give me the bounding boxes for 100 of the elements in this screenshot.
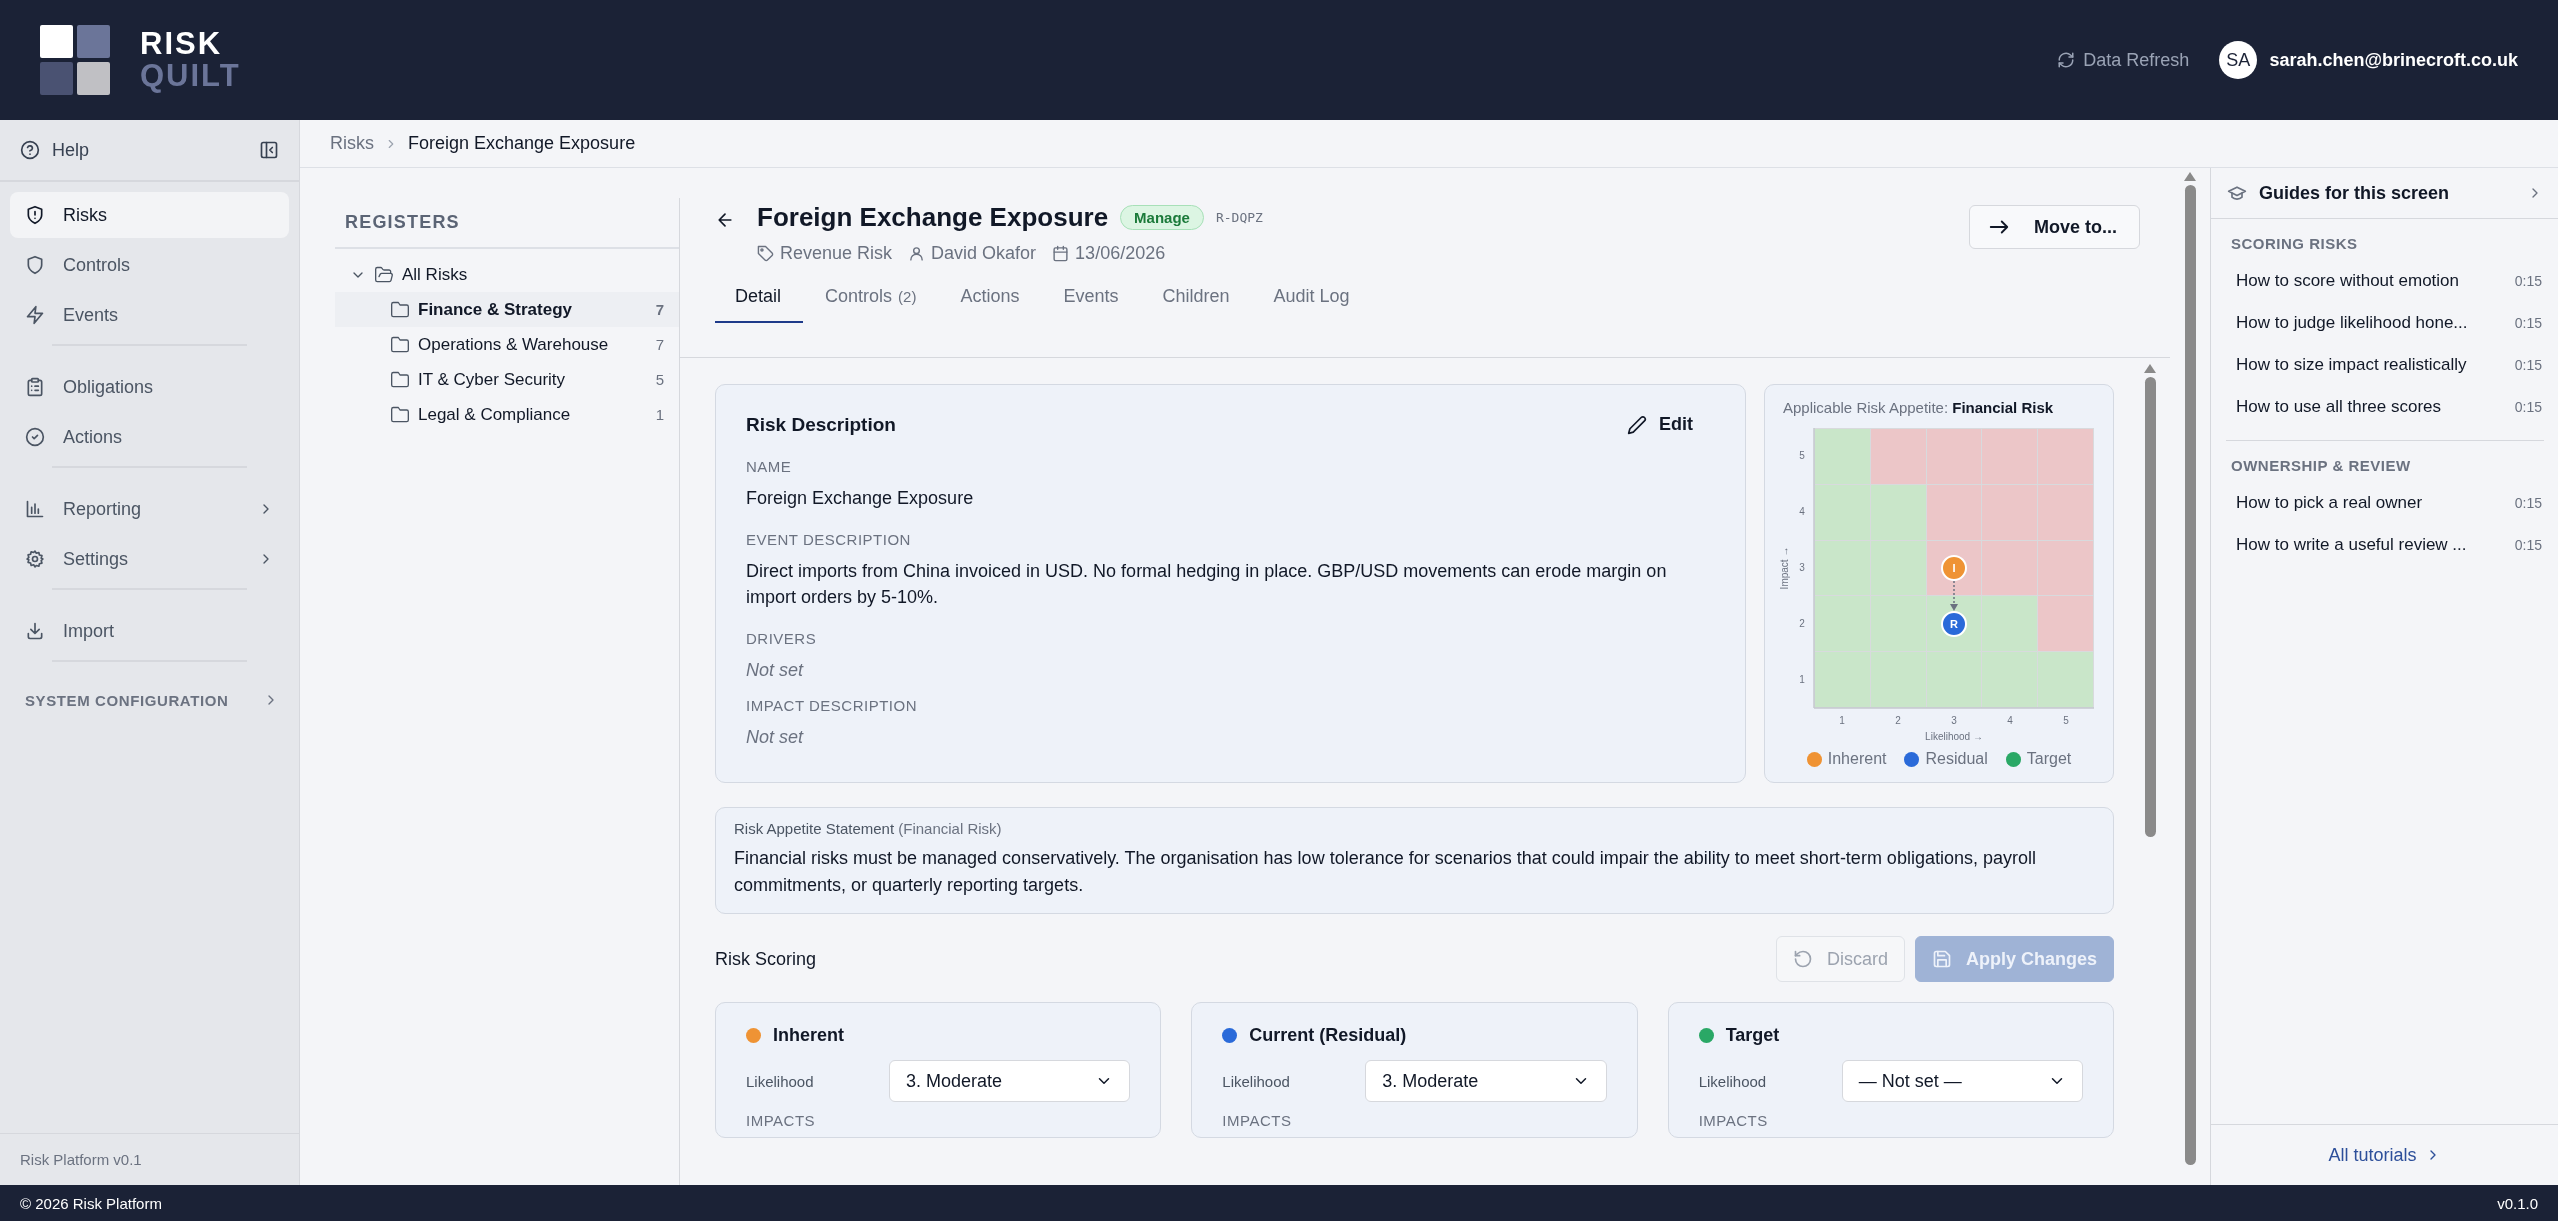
risk-title: Foreign Exchange Exposure xyxy=(757,202,1109,233)
move-to-button[interactable]: Move to... xyxy=(1969,205,2140,249)
logo-icon xyxy=(40,25,110,95)
tab[interactable]: Actions xyxy=(938,286,1042,323)
movement-arrow xyxy=(1950,580,1958,611)
nav-item[interactable]: Reporting xyxy=(10,486,289,532)
section-heading: SCORING RISKS xyxy=(2231,235,2359,252)
likelihood-select[interactable]: 3. Moderate xyxy=(889,1060,1131,1102)
tree-item[interactable]: Operations & Warehouse 7 xyxy=(335,327,679,362)
risk-owner: David Okafor xyxy=(931,243,1037,264)
help-link[interactable]: Help xyxy=(20,139,90,161)
check-circle-icon xyxy=(25,427,45,447)
user-avatar[interactable]: SA xyxy=(2219,41,2258,79)
score-title: Inherent xyxy=(773,1025,844,1046)
collapse-sidebar-icon xyxy=(259,140,279,160)
folder-icon xyxy=(390,404,410,425)
field-label: NAME xyxy=(746,458,793,475)
clipboard-icon xyxy=(25,377,45,397)
field-value: Direct imports from China invoiced in USD. No formal hedging in place. GBP/USD movements can erode margin on import orders by 5-10%. xyxy=(746,560,1668,609)
field-label: Likelihood xyxy=(746,1072,815,1090)
all-tutorials-link[interactable]: All tutorials xyxy=(2328,1144,2441,1166)
guide-item[interactable]: How to write a useful review ... 0:15 xyxy=(2231,524,2542,566)
guide-item[interactable]: How to pick a real owner 0:15 xyxy=(2231,482,2542,524)
tick-label: 3 xyxy=(1951,715,1957,726)
folder-icon xyxy=(390,299,410,320)
appetite-caption: Applicable Risk Appetite: Financial Risk xyxy=(1783,399,2054,416)
card-title: Risk Description xyxy=(746,413,896,436)
guide-item[interactable]: How to size impact realistically 0:15 xyxy=(2231,344,2542,386)
risk-date: 13/06/2026 xyxy=(1075,243,1166,264)
status-badge: Manage xyxy=(1120,205,1204,230)
nav-item[interactable]: Actions xyxy=(10,414,289,460)
field-label: DRIVERS xyxy=(746,630,818,647)
app-version: v0.1.0 xyxy=(2497,1194,2538,1212)
score-title: Target xyxy=(1725,1025,1780,1046)
refresh-icon xyxy=(2057,51,2076,69)
graduation-cap-icon xyxy=(2227,183,2247,203)
breadcrumb-link[interactable]: Risks xyxy=(330,133,374,154)
field-label: Likelihood xyxy=(1698,1072,1768,1090)
tab[interactable]: Events xyxy=(1041,286,1141,323)
edit-button[interactable]: Edit xyxy=(1621,413,1699,436)
legend-label: Target xyxy=(2026,750,2072,768)
open-folder-icon xyxy=(374,264,394,285)
statement-text: Financial risks must be managed conservatively. The organisation has low tolerance for scenarios that could impair the ability to meet short-term obligations, payroll commitments, or quarterly reporting targets. xyxy=(734,847,2037,897)
nav-item[interactable]: Risks xyxy=(10,192,289,238)
nav-item[interactable]: Settings xyxy=(10,536,289,582)
tab[interactable]: Detail xyxy=(715,286,804,323)
likelihood-select[interactable]: 3. Moderate xyxy=(1365,1060,1607,1102)
tab[interactable]: Children xyxy=(1140,286,1252,323)
tree-item[interactable]: Finance & Strategy 7 xyxy=(335,292,679,327)
shield-icon xyxy=(25,255,45,275)
calendar-icon xyxy=(1052,245,1070,262)
guide-item[interactable]: How to use all three scores 0:15 xyxy=(2231,386,2542,428)
tab[interactable]: Controls (2) xyxy=(803,286,939,323)
user-email[interactable]: sarah.chen@brinecroft.co.uk xyxy=(2269,49,2518,71)
nav-item[interactable]: Import xyxy=(10,608,289,654)
likelihood-select[interactable]: — Not set — xyxy=(1841,1060,2083,1102)
tag-icon xyxy=(757,245,774,262)
tick-label: 4 xyxy=(1799,506,1805,517)
field-label: IMPACTS xyxy=(1698,1112,1769,1129)
help-icon xyxy=(20,140,40,160)
field-label: IMPACTS xyxy=(746,1112,817,1129)
bar-chart-icon xyxy=(25,499,45,519)
field-label: IMPACT DESCRIPTION xyxy=(746,697,918,714)
tick-label: 4 xyxy=(2007,715,2013,726)
folder-icon xyxy=(390,334,410,355)
import-icon xyxy=(25,621,45,641)
tree-item[interactable]: Legal & Compliance 1 xyxy=(335,397,679,432)
person-icon xyxy=(908,245,926,262)
field-label: Likelihood xyxy=(1222,1072,1291,1090)
tick-label: 5 xyxy=(2063,715,2069,726)
guide-item[interactable]: How to score without emotion 0:15 xyxy=(2231,260,2542,302)
shield-alert-icon xyxy=(25,205,45,225)
field-label: EVENT DESCRIPTION xyxy=(746,531,912,548)
pencil-icon xyxy=(1627,414,1647,435)
tick-label: 1 xyxy=(1839,715,1845,726)
panel-heading: REGISTERS xyxy=(335,198,679,249)
nav-section[interactable]: SYSTEM CONFIGURATION xyxy=(10,680,289,720)
risk-category: Revenue Risk xyxy=(780,243,893,264)
breadcrumb-current: Foreign Exchange Exposure xyxy=(408,133,636,154)
nav-item[interactable]: Events xyxy=(10,292,289,338)
tab[interactable]: Audit Log xyxy=(1251,286,1372,323)
guide-item[interactable]: How to judge likelihood hone... 0:15 xyxy=(2231,302,2542,344)
tick-label: 3 xyxy=(1799,562,1805,573)
statement-label: Risk Appetite Statement (Financial Risk) xyxy=(734,820,1003,837)
nav-item[interactable]: Obligations xyxy=(10,364,289,410)
nav-item[interactable]: Controls xyxy=(10,242,289,288)
tree-item[interactable]: All Risks xyxy=(335,257,679,292)
tick-label: 1 xyxy=(1799,674,1805,685)
data-refresh-button[interactable]: Data Refresh xyxy=(2057,49,2190,71)
field-value: Not set xyxy=(746,659,805,682)
save-icon xyxy=(1931,949,1952,969)
field-label: IMPACTS xyxy=(1222,1112,1293,1129)
guides-header[interactable]: Guides for this screen xyxy=(2211,168,2558,219)
undo-icon xyxy=(1792,949,1813,969)
section-heading: OWNERSHIP & REVIEW xyxy=(2231,457,2412,474)
tree-item[interactable]: IT & Cyber Security 5 xyxy=(335,362,679,397)
section-title: Risk Scoring xyxy=(715,948,818,970)
axis-label: Likelihood → xyxy=(1925,731,1983,742)
point-label: R xyxy=(1950,618,1958,630)
field-value: Not set xyxy=(746,726,805,749)
